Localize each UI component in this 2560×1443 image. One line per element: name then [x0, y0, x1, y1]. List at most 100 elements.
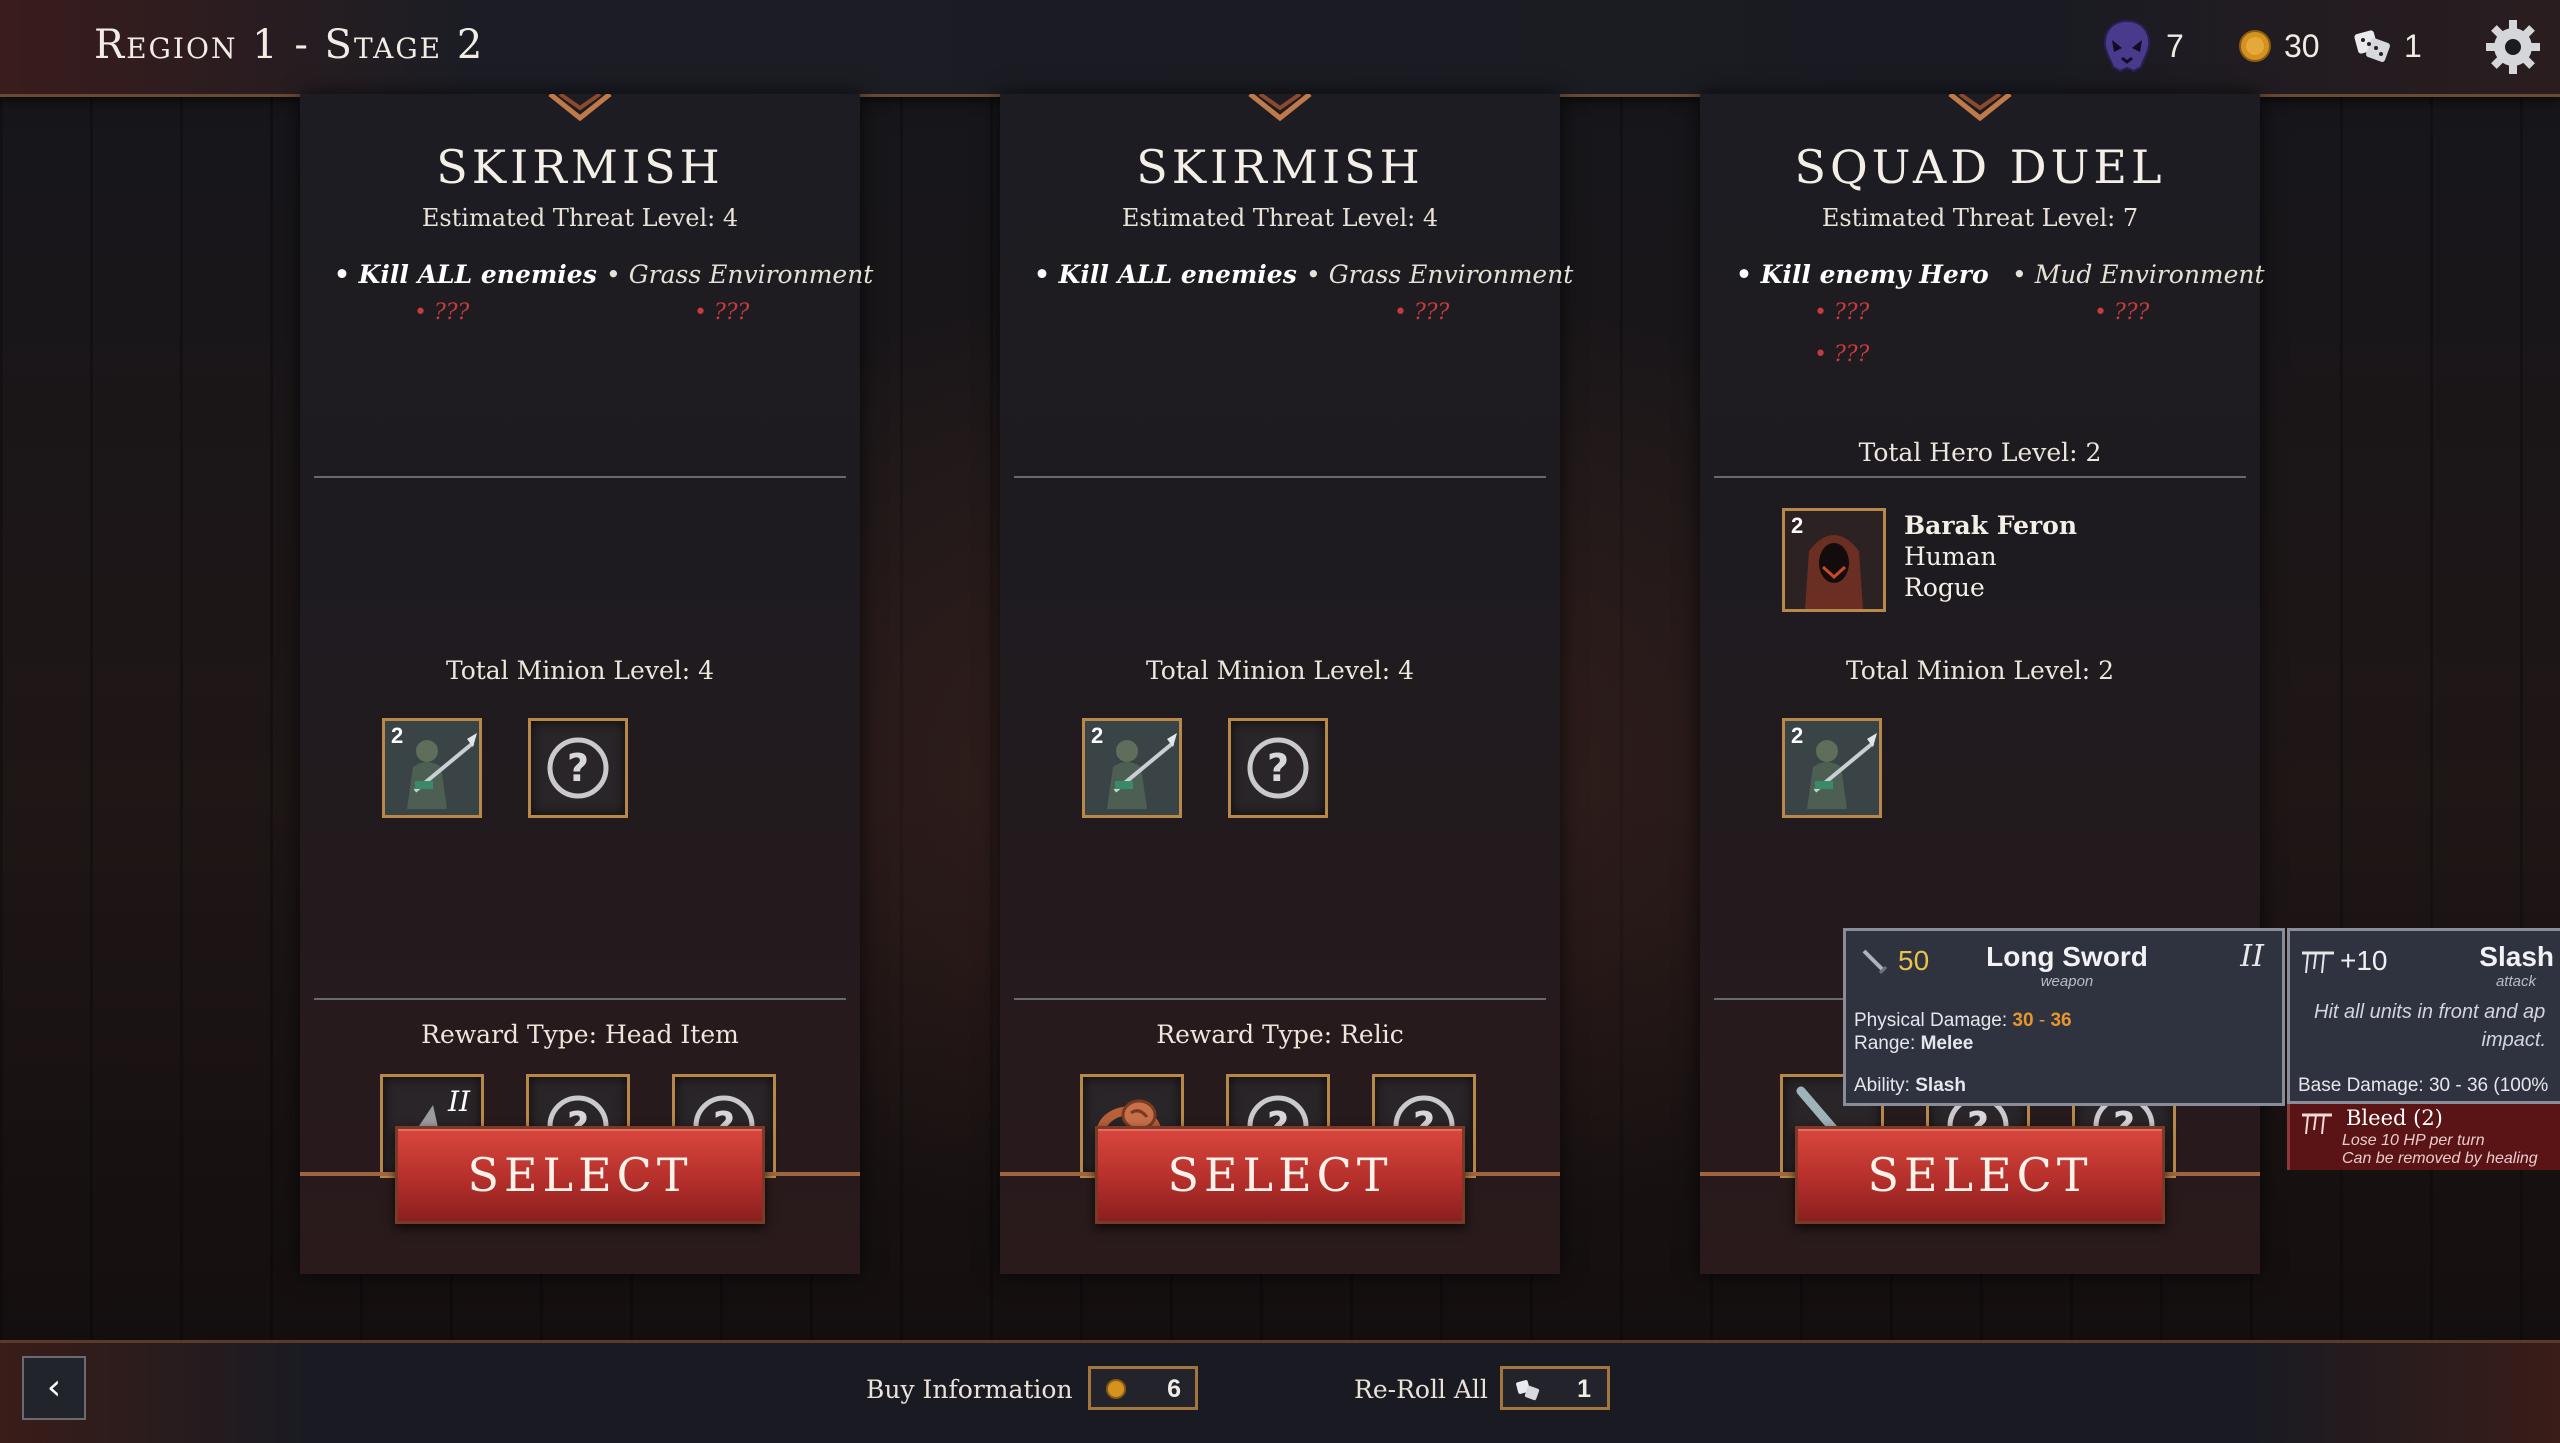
hero-slot[interactable]: 2 [1782, 508, 1886, 612]
minion-slot[interactable]: 2 [1782, 718, 1882, 818]
hidden-modifier: • ??? [1394, 300, 1450, 325]
minion-level-label: Total Minion Level: 4 [1145, 656, 1415, 685]
gold-coin-icon [1106, 1379, 1126, 1399]
section-divider [1014, 998, 1546, 1000]
reward-type-label: Reward Type: Relic [1156, 1020, 1404, 1049]
buy-information-label: Buy Information [866, 1375, 1073, 1404]
physical-damage-max: 36 [2050, 1010, 2072, 1031]
skull-resource: 7 [2100, 18, 2184, 74]
ability-type: attack [2495, 973, 2536, 990]
back-button[interactable]: ‹ [22, 1356, 86, 1420]
hero-level-label: Total Hero Level: 2 [1858, 438, 2102, 467]
card-chevron-icon [548, 94, 612, 122]
physical-damage-label: Physical Damage: [1854, 1010, 2008, 1031]
reroll-all-label: Re-Roll All [1354, 1375, 1488, 1404]
ability-tooltip: +10 Slash attack Hit all units in front … [2287, 928, 2560, 1104]
encounter-title: SQUAD DUEL [1794, 140, 2166, 194]
ability-label: Ability: [1854, 1075, 1910, 1096]
threat-level: Estimated Threat Level: 4 [1121, 204, 1439, 232]
bleed-effect: Lose 10 HP per turn [2342, 1132, 2485, 1149]
threat-level: Estimated Threat Level: 4 [421, 204, 739, 232]
hero-level: 2 [1791, 513, 1804, 538]
encounter-card-1: SKIRMISH Estimated Threat Level: 4 • Kil… [300, 94, 873, 1274]
bleed-name: Bleed (2) [2346, 1106, 2443, 1130]
weapon-type: weapon [2040, 973, 2094, 990]
gold-count: 30 [2284, 27, 2320, 64]
buy-information-button[interactable]: 6 [1088, 1366, 1198, 1410]
skull-count: 7 [2166, 27, 2184, 64]
ability-name: Slash [2479, 941, 2554, 972]
minion-level-label: Total Minion Level: 4 [445, 656, 715, 685]
select-button[interactable]: SELECT [395, 1126, 765, 1224]
minion-slot[interactable]: 2 [382, 718, 482, 818]
stage-title: Region 1 - Stage 2 [94, 22, 485, 68]
bottom-bar [0, 1340, 2560, 1443]
ability-row: Ability: Slash [1854, 1075, 1966, 1097]
select-button[interactable]: SELECT [1795, 1126, 2165, 1224]
bleed-status-tooltip: Bleed (2) Lose 10 HP per turn Can be rem… [2287, 1104, 2560, 1170]
unknown-minion-slot[interactable]: ? [1228, 718, 1328, 818]
range-row: Range: Melee [1854, 1033, 1973, 1055]
hidden-modifier: • ??? [1814, 342, 1870, 367]
physical-damage-min: 30 [2012, 1010, 2034, 1031]
reroll-all-button[interactable]: 1 [1500, 1366, 1610, 1410]
reroll-all-cost: 1 [1577, 1375, 1591, 1403]
hero-race: Human [1904, 542, 1997, 571]
weapon-tier: II [2240, 939, 2264, 974]
card-chevron-icon [1948, 94, 2012, 122]
environment-text: • Grass Environment [606, 260, 874, 289]
hidden-modifier: • ??? [2094, 300, 2150, 325]
svg-text:?: ? [567, 746, 589, 790]
minion-level: 2 [1791, 723, 1804, 748]
ability-bonus: +10 [2340, 945, 2388, 976]
ability-description-1: Hit all units in front and ap [2314, 1001, 2546, 1023]
dice-icon [1516, 1380, 1540, 1401]
hidden-modifier: • ??? [1814, 300, 1870, 325]
range-value: Melee [1920, 1033, 1974, 1054]
skull-icon [2103, 19, 2151, 73]
objective-text: • Kill ALL enemies [1034, 260, 1297, 289]
environment-text: • Mud Environment [2012, 260, 2265, 289]
minion-slot[interactable]: 2 [1082, 718, 1182, 818]
objective-text: • Kill ALL enemies [334, 260, 597, 289]
section-divider [314, 476, 846, 478]
reroll-resource: 1 [2352, 18, 2422, 74]
environment-text: • Grass Environment [1306, 260, 1574, 289]
gold-resource: 30 [2238, 18, 2320, 74]
select-button[interactable]: SELECT [1095, 1126, 1465, 1224]
physical-damage-row: Physical Damage: 30 - 36 [1854, 1010, 2072, 1032]
section-divider [1714, 476, 2246, 478]
weapon-name: Long Sword [1986, 941, 2148, 972]
section-divider [314, 998, 846, 1000]
question-mark-icon: ? [547, 737, 609, 799]
question-mark-icon: ? [1247, 737, 1309, 799]
card-chevron-icon [1248, 94, 1312, 122]
minion-level-label: Total Minion Level: 2 [1845, 656, 2115, 685]
weapon-tooltip: 50 Long Sword weapon II Physical Damage:… [1843, 928, 2285, 1106]
svg-text:?: ? [1267, 746, 1289, 790]
reroll-count: 1 [2404, 27, 2422, 64]
top-bar: Region 1 - Stage 2 7 30 1 [0, 0, 2560, 97]
hidden-modifier: • ??? [414, 300, 470, 325]
minion-level: 2 [1091, 723, 1104, 748]
unknown-minion-slot[interactable]: ? [528, 718, 628, 818]
objective-text: • Kill enemy Hero [1736, 260, 1989, 289]
tier-mark: II [447, 1085, 471, 1118]
physical-damage-sep: - [2033, 1010, 2051, 1031]
dice-icon [2354, 30, 2390, 62]
hero-class: Rogue [1904, 573, 1985, 602]
slash-claw-icon [2302, 951, 2334, 974]
section-divider [1014, 476, 1546, 478]
buy-information-cost: 6 [1167, 1375, 1181, 1403]
encounter-title: SKIRMISH [436, 140, 724, 194]
ability-value: Slash [1915, 1075, 1966, 1096]
reward-type-label: Reward Type: Head Item [421, 1020, 739, 1049]
settings-gear-icon[interactable] [2484, 18, 2542, 76]
encounter-title: SKIRMISH [1136, 140, 1424, 194]
ability-description-2: impact. [2481, 1029, 2546, 1051]
range-label: Range: [1854, 1033, 1916, 1054]
threat-level: Estimated Threat Level: 7 [1821, 204, 2139, 232]
gold-coin-icon [2239, 30, 2271, 62]
bleed-removal: Can be removed by healing [2342, 1150, 2538, 1167]
ability-base-damage: Base Damage: 30 - 36 (100% [2298, 1075, 2549, 1096]
